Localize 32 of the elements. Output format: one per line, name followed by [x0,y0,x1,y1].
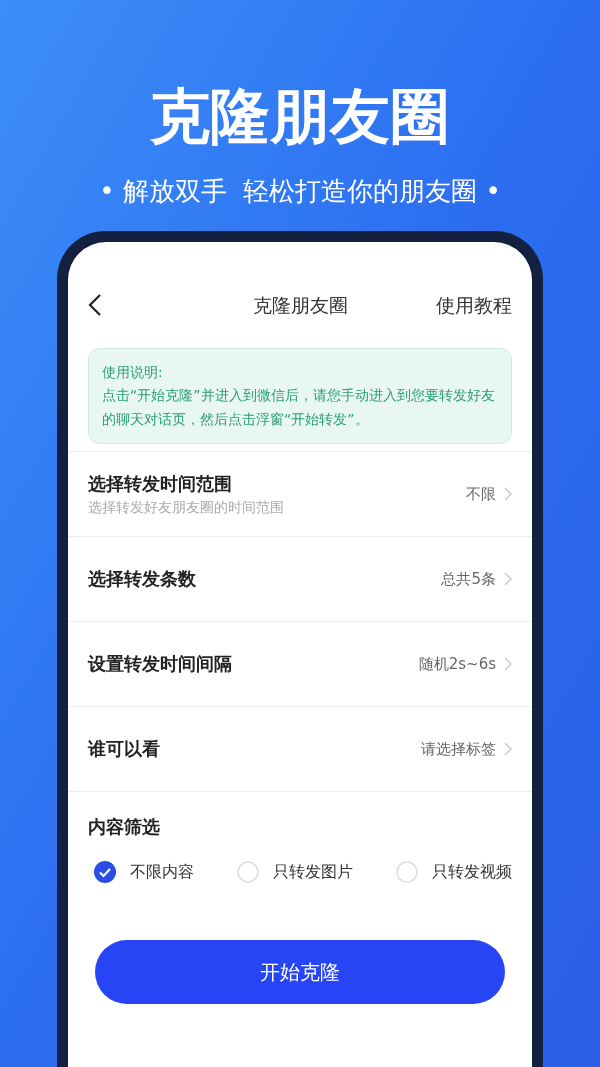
row-value: 请选择标签 [421,738,496,760]
notice-heading: 使用说明: [102,363,164,382]
settings-row[interactable]: 选择转发条数 总共5条 [68,537,532,622]
notice-text: 点击“开始克隆”并进入到微信后，请您手动进入到您要转发好友的聊天对话页，然后点击浮窗“开始转发”。 [102,386,496,429]
option-label: 只转发图片 [273,861,353,883]
settings-row[interactable]: 设置转发时间间隔 随机2s~6s [68,622,532,707]
row-value: 不限 [466,483,496,505]
back-icon[interactable] [88,293,102,317]
radio-checked-icon[interactable] [94,861,116,883]
option-label: 不限内容 [130,861,194,883]
banner-title: 克隆朋友圈 [150,80,450,152]
banner-subtitle: • 解放双手 轻松打造你的朋友圈 • [99,175,501,208]
row-title: 选择转发条数 [88,567,196,591]
row-value: 随机2s~6s [418,653,496,675]
row-subtitle: 选择转发好友朋友圈的时间范围 [88,498,284,517]
radio-unchecked-icon[interactable] [396,861,418,883]
radio-unchecked-icon[interactable] [237,861,259,883]
option-label: 只转发视频 [432,861,512,883]
row-title: 设置转发时间间隔 [88,652,232,676]
chevron-icon [504,657,512,671]
chevron-icon [504,487,512,501]
row-title: 选择转发时间范围 [88,472,233,496]
start-button[interactable]: 开始克隆 [95,940,505,1004]
section-title: 内容筛选 [87,815,161,839]
row-value: 总共5条 [441,568,496,590]
settings-row[interactable]: 谁可以看 请选择标签 [68,707,532,792]
settings-row[interactable]: 选择转发时间范围 选择转发好友朋友圈的时间范围 不限 [68,452,532,537]
page-title: 克隆朋友圈 [252,292,348,318]
chevron-icon [504,572,512,586]
tutorial-link[interactable]: 使用教程 [436,290,512,320]
chevron-icon [504,742,512,756]
row-title: 谁可以看 [88,737,160,761]
